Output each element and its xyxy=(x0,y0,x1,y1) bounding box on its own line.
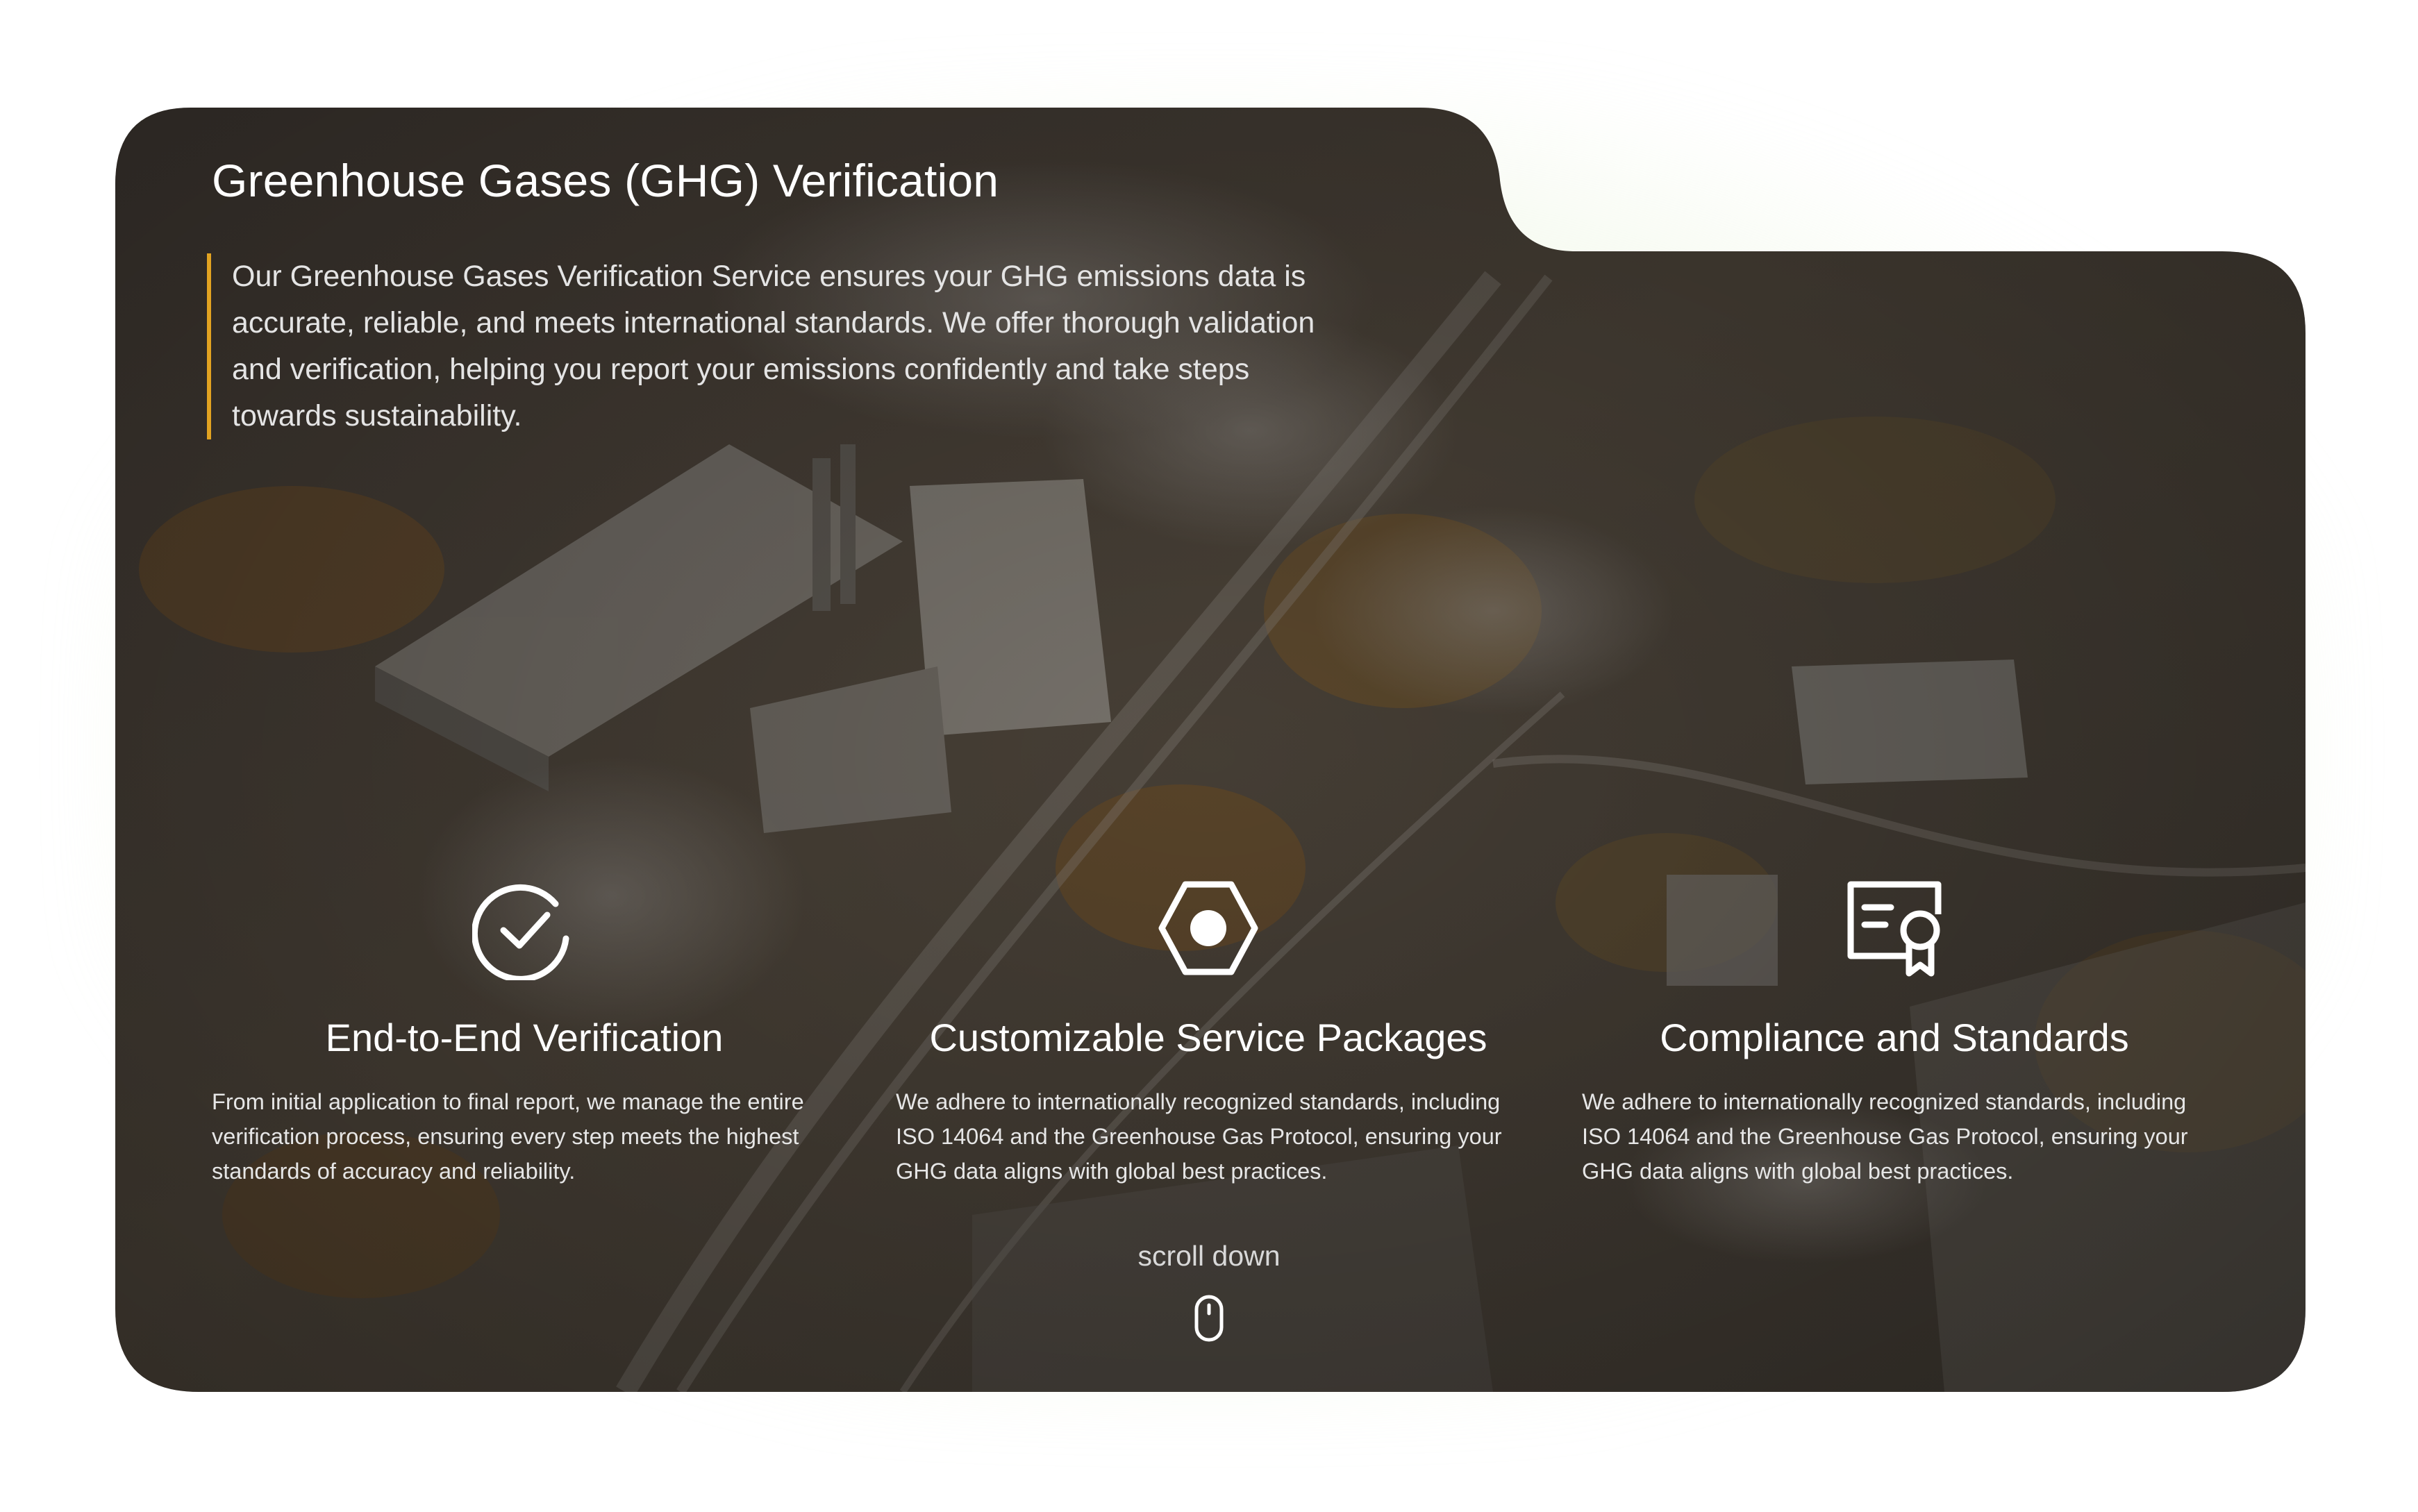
feature-description: From initial application to final report… xyxy=(212,1089,804,1184)
page: Greenhouse Gases (GHG) Verification Our … xyxy=(0,0,2418,1512)
intro-line: Our Greenhouse Gases Verification Servic… xyxy=(232,260,1306,293)
hexagon-dot-icon xyxy=(1158,881,1258,975)
feature-title: Compliance and Standards xyxy=(1660,1016,2129,1059)
feature-title: End-to-End Verification xyxy=(325,1016,724,1059)
intro-line: accurate, reliable, and meets internatio… xyxy=(232,306,1315,339)
feature-description: We adhere to internationally recognized … xyxy=(896,1089,1502,1184)
intro-line: and verification, helping you report you… xyxy=(232,353,1250,386)
feature-title: Customizable Service Packages xyxy=(929,1016,1487,1059)
intro-block: Our Greenhouse Gases Verification Servic… xyxy=(207,253,1412,439)
certificate-icon xyxy=(1847,881,1942,977)
mouse-icon[interactable] xyxy=(1193,1294,1225,1343)
check-circle-icon xyxy=(472,884,569,980)
scroll-down-label[interactable]: scroll down xyxy=(1070,1240,1348,1272)
intro-line: towards sustainability. xyxy=(232,399,522,432)
section-title: Greenhouse Gases (GHG) Verification xyxy=(212,155,999,206)
feature-description: We adhere to internationally recognized … xyxy=(1582,1089,2188,1184)
